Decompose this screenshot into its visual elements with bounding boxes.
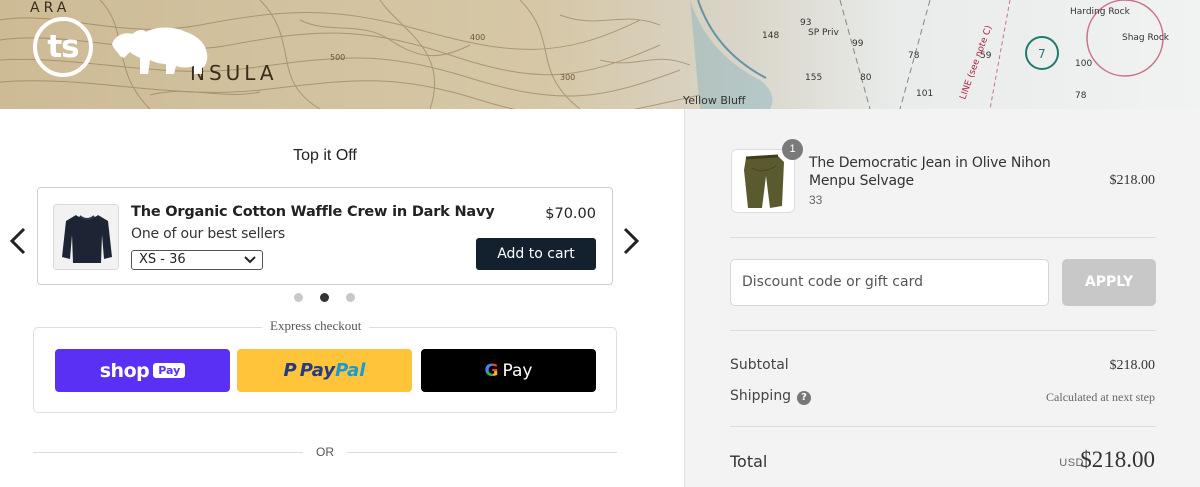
subtotal-value: $218.00: [1109, 358, 1156, 373]
add-to-cart-button[interactable]: Add to cart: [476, 238, 596, 270]
paypal-wordmark-part1: Pay: [299, 360, 336, 381]
upsell-title: Top it Off: [293, 147, 357, 164]
header-banner: NSULA ARA Yellow Bluff SP Priv Harding R…: [0, 0, 1200, 109]
chevron-down-icon: [244, 256, 256, 264]
brand-logo[interactable]: ts: [33, 17, 93, 77]
map-contour-400: 400: [470, 33, 485, 42]
map-label-harding-rock: Harding Rock: [1070, 7, 1131, 17]
size-select-value: XS - 36: [139, 252, 186, 267]
bear-logo-icon: [112, 27, 208, 74]
or-divider-right: [347, 452, 617, 453]
map-label-line-note: LINE (see note C): [958, 24, 994, 101]
carousel-dot-1[interactable]: [294, 293, 303, 302]
map-depth-80: 80: [860, 73, 872, 83]
chevron-right-icon: [623, 227, 640, 255]
order-summary-sidebar: 1 The Democratic Jean in Olive Nihon Men…: [684, 109, 1200, 487]
google-g-icon: G: [484, 360, 499, 381]
map-depth-155: 155: [805, 73, 822, 83]
map-label-sp-priv: SP Priv: [808, 28, 839, 38]
size-select[interactable]: XS - 36: [131, 250, 263, 270]
shop-pay-button[interactable]: shop Pay: [55, 349, 230, 392]
map-depth-78b: 78: [1075, 91, 1087, 101]
map-depth-99: 99: [852, 39, 864, 49]
upsell-product-image: [53, 204, 119, 270]
map-label-ara: ARA: [30, 0, 70, 16]
chevron-left-icon: [9, 227, 26, 255]
map-depth-100: 100: [1075, 59, 1092, 69]
map-depth-148: 148: [762, 31, 779, 41]
discount-code-input[interactable]: Discount code or gift card: [730, 259, 1049, 306]
map-label-yellow-bluff: Yellow Bluff: [682, 94, 746, 107]
map-contour-300: 300: [560, 73, 575, 82]
cart-item-variant: 33: [809, 193, 823, 207]
upsell-product-card: The Organic Cotton Waffle Crew in Dark N…: [37, 187, 613, 285]
help-icon[interactable]: ?: [797, 391, 812, 405]
or-divider-left: [33, 452, 303, 453]
map-depth-78a: 78: [908, 51, 920, 61]
shop-pay-wordmark: shop: [99, 359, 150, 382]
map-label-shag-rock: Shag Rock: [1122, 33, 1170, 43]
shipping-row: Shipping?: [730, 388, 812, 405]
paypal-button[interactable]: P Pay Pal: [237, 349, 412, 392]
map-depth-101: 101: [916, 89, 933, 99]
carousel-prev-button[interactable]: [6, 226, 30, 256]
map-marker-7: 7: [1038, 47, 1046, 61]
jeans-icon: [732, 150, 794, 212]
google-pay-wordmark: Pay: [502, 360, 533, 381]
carousel-dot-3[interactable]: [346, 293, 355, 302]
summary-divider-3: [730, 426, 1156, 427]
shipping-label: Shipping: [730, 388, 792, 404]
shipping-value: Calculated at next step: [1046, 390, 1155, 404]
paypal-wordmark-part2: Pal: [335, 360, 366, 381]
carousel-next-button[interactable]: [619, 226, 643, 256]
cart-item-price: $218.00: [1109, 173, 1156, 188]
summary-divider-2: [730, 330, 1156, 331]
apply-discount-button[interactable]: APPLY: [1062, 259, 1156, 306]
paypal-icon: P: [283, 360, 297, 381]
cart-item-image: [731, 149, 795, 213]
shop-pay-pill: Pay: [153, 363, 186, 378]
express-checkout-label: Express checkout: [262, 318, 370, 334]
upsell-product-name[interactable]: The Organic Cotton Waffle Crew in Dark N…: [131, 204, 495, 220]
summary-divider-1: [730, 237, 1156, 238]
cart-item-name: The Democratic Jean in Olive Nihon Menpu…: [809, 155, 1051, 189]
carousel-dot-2[interactable]: [320, 293, 329, 302]
upsell-product-price: $70.00: [545, 206, 596, 222]
cart-item-quantity-badge: 1: [782, 139, 803, 160]
sweater-icon: [54, 205, 118, 269]
subtotal-label: Subtotal: [730, 357, 789, 373]
total-amount: $218.00: [1080, 447, 1155, 472]
google-pay-button[interactable]: G Pay: [421, 349, 596, 392]
total-label: Total: [730, 452, 768, 471]
map-depth-93: 93: [800, 18, 811, 28]
or-divider-text: OR: [316, 445, 334, 459]
map-contour-500: 500: [330, 53, 345, 62]
upsell-product-subtitle: One of our best sellers: [131, 226, 286, 242]
